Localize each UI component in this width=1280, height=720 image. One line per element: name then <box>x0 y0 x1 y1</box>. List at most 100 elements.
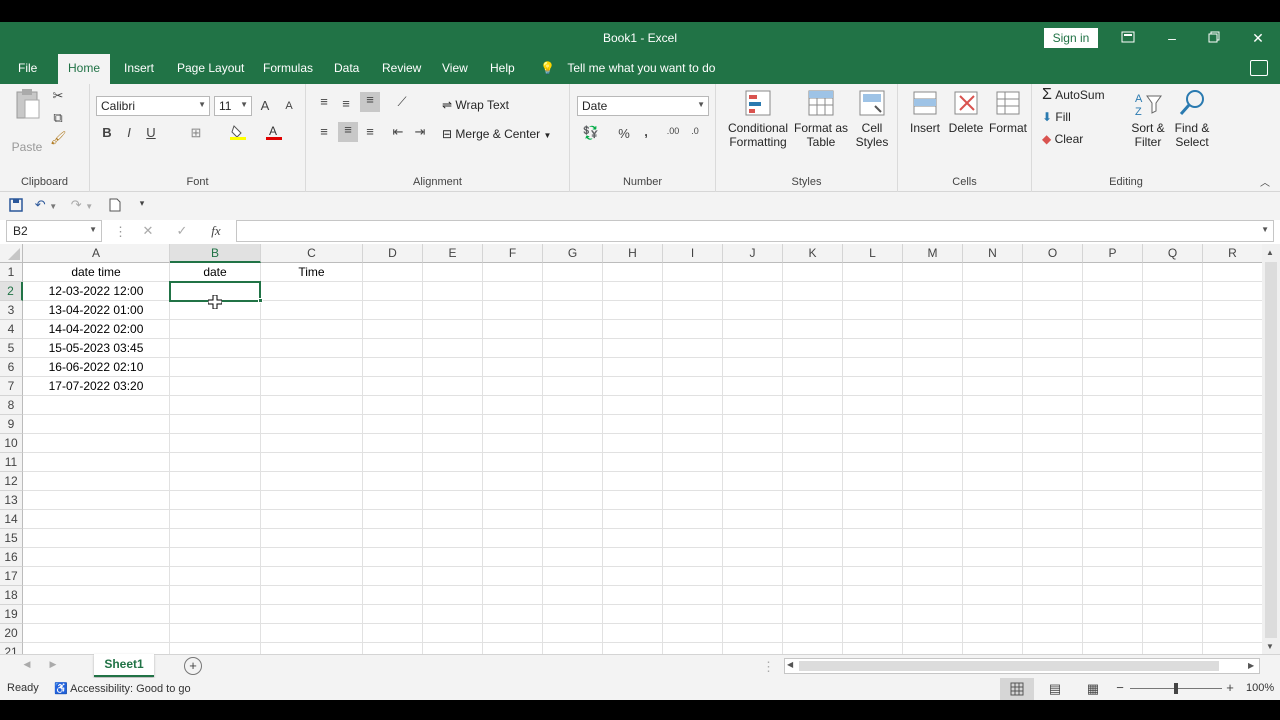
row-header-7[interactable]: 7 <box>0 377 23 396</box>
cell-j13[interactable] <box>723 491 783 510</box>
cell-b15[interactable] <box>170 529 261 548</box>
worksheet-grid[interactable]: ABCDEFGHIJKLMNOPQR 1 2 3 4 5 6 7 8 9 10 11 12 13 14 15… <box>0 244 1262 654</box>
cell-f6[interactable] <box>483 358 543 377</box>
cell-b19[interactable] <box>170 605 261 624</box>
cell-l9[interactable] <box>843 415 903 434</box>
align-left-icon[interactable]: ≡ <box>316 124 332 139</box>
cell-b5[interactable] <box>170 339 261 358</box>
collapse-ribbon-icon[interactable]: ︿ <box>1258 174 1272 189</box>
cell-d10[interactable] <box>363 434 423 453</box>
cell-k15[interactable] <box>783 529 843 548</box>
cell-r13[interactable] <box>1203 491 1262 510</box>
cell-i14[interactable] <box>663 510 723 529</box>
cell-b7[interactable] <box>170 377 261 396</box>
cell-a20[interactable] <box>23 624 170 643</box>
cell-f11[interactable] <box>483 453 543 472</box>
cell-h10[interactable] <box>603 434 663 453</box>
column-header-p[interactable]: P <box>1083 244 1143 263</box>
cell-g9[interactable] <box>543 415 603 434</box>
cell-c11[interactable] <box>261 453 363 472</box>
cell-o15[interactable] <box>1023 529 1083 548</box>
cell-c14[interactable] <box>261 510 363 529</box>
column-header-f[interactable]: F <box>483 244 543 263</box>
cell-h19[interactable] <box>603 605 663 624</box>
cell-b20[interactable] <box>170 624 261 643</box>
cell-d6[interactable] <box>363 358 423 377</box>
cell-n6[interactable] <box>963 358 1023 377</box>
cell-e10[interactable] <box>423 434 483 453</box>
cell-g20[interactable] <box>543 624 603 643</box>
cell-h18[interactable] <box>603 586 663 605</box>
cell-f4[interactable] <box>483 320 543 339</box>
cell-c1[interactable]: Time <box>261 263 363 282</box>
cell-l12[interactable] <box>843 472 903 491</box>
cell-i8[interactable] <box>663 396 723 415</box>
cell-k20[interactable] <box>783 624 843 643</box>
cell-g2[interactable] <box>543 282 603 301</box>
cell-n18[interactable] <box>963 586 1023 605</box>
column-header-k[interactable]: K <box>783 244 843 263</box>
cell-b8[interactable] <box>170 396 261 415</box>
cell-e17[interactable] <box>423 567 483 586</box>
cell-j11[interactable] <box>723 453 783 472</box>
row-header-14[interactable]: 14 <box>0 510 23 529</box>
cell-c16[interactable] <box>261 548 363 567</box>
wrap-text-button[interactable]: ⇌ Wrap Text <box>442 98 522 112</box>
cell-j1[interactable] <box>723 263 783 282</box>
insert-function-icon[interactable]: fx <box>206 223 226 239</box>
cell-q12[interactable] <box>1143 472 1203 491</box>
cell-f12[interactable] <box>483 472 543 491</box>
cell-h9[interactable] <box>603 415 663 434</box>
cell-h14[interactable] <box>603 510 663 529</box>
cell-j20[interactable] <box>723 624 783 643</box>
cell-h5[interactable] <box>603 339 663 358</box>
align-top-icon[interactable]: ≡ <box>316 94 332 109</box>
cell-i7[interactable] <box>663 377 723 396</box>
cell-h13[interactable] <box>603 491 663 510</box>
cell-a16[interactable] <box>23 548 170 567</box>
cell-e6[interactable] <box>423 358 483 377</box>
cell-a14[interactable] <box>23 510 170 529</box>
row-header-6[interactable]: 6 <box>0 358 23 377</box>
cell-a15[interactable] <box>23 529 170 548</box>
page-break-view-icon[interactable]: ▦ <box>1084 681 1102 697</box>
cell-f19[interactable] <box>483 605 543 624</box>
comma-button[interactable]: , <box>640 124 652 139</box>
cell-p2[interactable] <box>1083 282 1143 301</box>
cell-k6[interactable] <box>783 358 843 377</box>
cell-g14[interactable] <box>543 510 603 529</box>
cell-h2[interactable] <box>603 282 663 301</box>
cell-m18[interactable] <box>903 586 963 605</box>
cell-e18[interactable] <box>423 586 483 605</box>
cell-o4[interactable] <box>1023 320 1083 339</box>
cell-n8[interactable] <box>963 396 1023 415</box>
cell-d19[interactable] <box>363 605 423 624</box>
cell-h21[interactable] <box>603 643 663 654</box>
cell-l15[interactable] <box>843 529 903 548</box>
scroll-down-icon[interactable]: ▼ <box>1266 642 1274 651</box>
cell-l20[interactable] <box>843 624 903 643</box>
cell-c5[interactable] <box>261 339 363 358</box>
cell-b1[interactable]: date <box>170 263 261 282</box>
cell-a12[interactable] <box>23 472 170 491</box>
cell-l10[interactable] <box>843 434 903 453</box>
cell-n2[interactable] <box>963 282 1023 301</box>
cell-h8[interactable] <box>603 396 663 415</box>
fill-button[interactable]: ⬇ Fill <box>1042 110 1102 124</box>
cell-l7[interactable] <box>843 377 903 396</box>
cell-k1[interactable] <box>783 263 843 282</box>
cell-o17[interactable] <box>1023 567 1083 586</box>
cell-d12[interactable] <box>363 472 423 491</box>
cell-k13[interactable] <box>783 491 843 510</box>
cell-b14[interactable] <box>170 510 261 529</box>
cell-g12[interactable] <box>543 472 603 491</box>
cell-c20[interactable] <box>261 624 363 643</box>
cell-n15[interactable] <box>963 529 1023 548</box>
cell-d16[interactable] <box>363 548 423 567</box>
cell-q7[interactable] <box>1143 377 1203 396</box>
tell-me-search[interactable]: 💡 Tell me what you want to do <box>540 54 715 84</box>
cell-o5[interactable] <box>1023 339 1083 358</box>
column-header-b[interactable]: B <box>170 244 261 263</box>
cell-r3[interactable] <box>1203 301 1262 320</box>
cell-h16[interactable] <box>603 548 663 567</box>
